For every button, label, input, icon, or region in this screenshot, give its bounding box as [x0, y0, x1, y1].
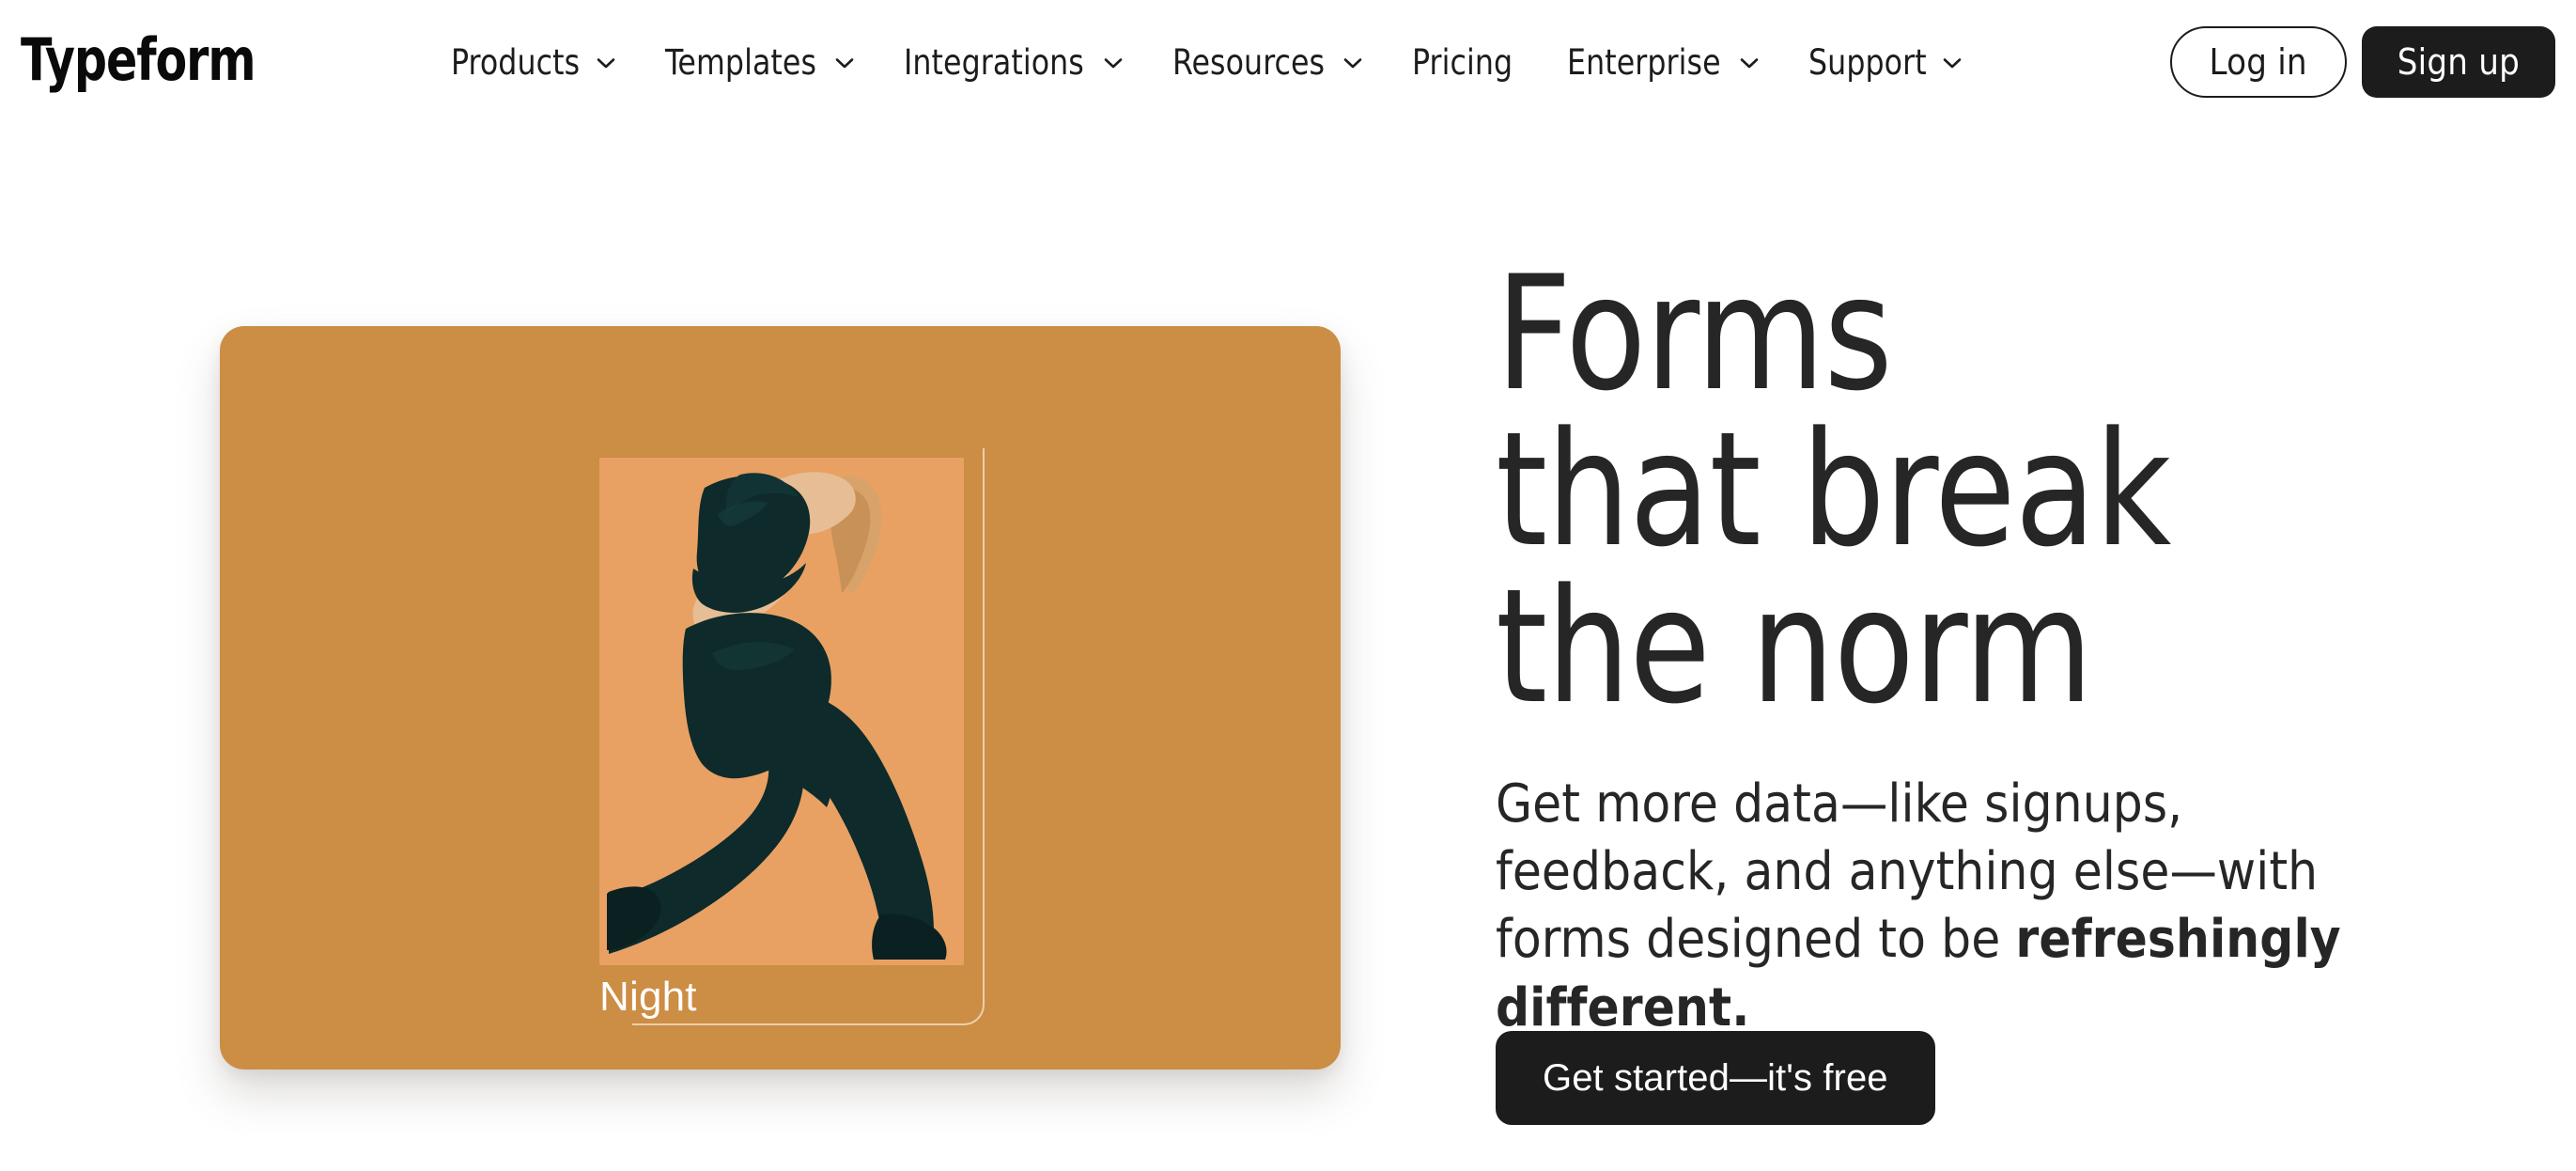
chevron-down-icon	[1104, 55, 1123, 70]
log-in-button[interactable]: Log in	[2169, 26, 2347, 98]
nav-auth-actions: Log in Sign up	[2169, 0, 2555, 124]
sign-up-button[interactable]: Sign up	[2361, 26, 2555, 98]
hero-photo-tile	[599, 458, 964, 965]
nav-item-pricing[interactable]: Pricing	[1412, 45, 1518, 80]
nav-item-resources[interactable]: Resources	[1172, 45, 1362, 80]
nav-item-label: Resources	[1172, 41, 1325, 83]
chevron-down-icon	[1740, 55, 1759, 70]
page-title: Forms that break the norm	[1496, 242, 2171, 739]
chevron-down-icon	[1943, 55, 1962, 70]
nav-item-templates[interactable]: Templates	[665, 45, 854, 80]
nav-item-label: Integrations	[903, 41, 1084, 83]
photo-caption-label: Night	[599, 974, 697, 1020]
top-navigation-bar: Typeform Products Templates Integrations Re…	[0, 0, 2576, 124]
hero-product-card: Night	[220, 326, 1341, 1070]
nav-item-label: Enterprise	[1567, 41, 1721, 83]
chevron-down-icon	[835, 55, 854, 70]
nav-item-label: Products	[451, 41, 581, 83]
chevron-down-icon	[597, 55, 615, 70]
typeform-logo[interactable]: Typeform	[21, 31, 256, 89]
nav-item-products[interactable]: Products	[451, 45, 615, 80]
nav-item-integrations[interactable]: Integrations	[904, 45, 1123, 80]
nav-item-label: Templates	[665, 41, 817, 83]
chevron-down-icon	[1343, 55, 1362, 70]
nav-item-enterprise[interactable]: Enterprise	[1567, 45, 1758, 80]
nav-item-label: Support	[1808, 41, 1927, 83]
hero-subheading: Get more data—like signups, feedback, an…	[1496, 771, 2388, 1042]
primary-nav-links: Products Templates Integrations Resources Pr…	[451, 0, 2011, 124]
get-started-button[interactable]: Get started—it's free	[1496, 1031, 1935, 1125]
nav-item-label: Pricing	[1411, 41, 1513, 83]
nav-item-support[interactable]: Support	[1808, 45, 1962, 80]
